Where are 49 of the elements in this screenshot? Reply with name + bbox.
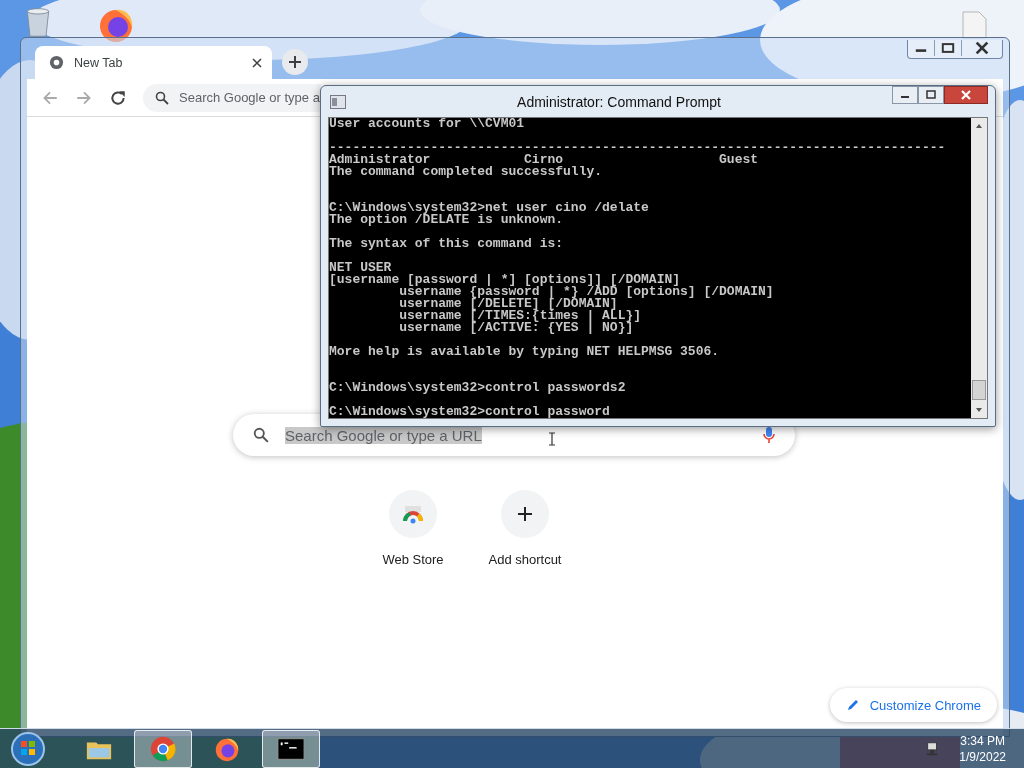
minimize-button[interactable] bbox=[892, 86, 918, 104]
console-line: The command completed successfully. bbox=[329, 166, 604, 178]
address-placeholder: Search Google or type a bbox=[179, 90, 320, 105]
console-icon bbox=[330, 94, 346, 109]
search-icon bbox=[253, 427, 269, 443]
microphone-icon[interactable] bbox=[763, 426, 775, 444]
taskbar-button[interactable] bbox=[262, 729, 320, 768]
console-line: username [/DELETE] [/DOMAIN] bbox=[398, 298, 618, 310]
console-line: username {password | *} /ADD [options] [/DOMAIN] bbox=[399, 286, 775, 298]
address-bar[interactable]: Search Google or type a bbox=[143, 83, 321, 112]
window-title: Administrator: Command Prompt bbox=[516, 93, 722, 110]
shortcut-label: Web Store bbox=[382, 552, 444, 567]
web-store-icon bbox=[402, 503, 424, 525]
tab-title: New Tab bbox=[74, 55, 124, 70]
reload-icon[interactable] bbox=[109, 88, 127, 107]
console-line: C:\Windows\system32>control passwords2 bbox=[329, 382, 627, 394]
maximize-button[interactable] bbox=[918, 86, 944, 104]
pencil-icon bbox=[845, 698, 860, 712]
search-icon bbox=[155, 90, 169, 105]
close-button[interactable] bbox=[944, 86, 988, 104]
shortcut-tile[interactable] bbox=[389, 490, 437, 538]
console-line: username [/TIMES:{times | ALL}] bbox=[398, 310, 643, 322]
scrollbar-thumb[interactable] bbox=[972, 380, 986, 400]
shortcut-label: Add shortcut bbox=[488, 552, 562, 567]
chrome-icon bbox=[49, 55, 64, 70]
console-line: Administrator Cirno Guest bbox=[329, 154, 760, 166]
console-line: ------------------------------------------------------------------------------- bbox=[329, 142, 947, 154]
console-line: The option /DELATE is unknown. bbox=[329, 214, 565, 226]
chrome-icon bbox=[149, 734, 177, 763]
start-button[interactable] bbox=[10, 730, 46, 767]
console-line: [username [password | *] [options]] [/DOMAIN] bbox=[329, 274, 681, 286]
console-line: User accounts for \\CVM01 bbox=[329, 118, 526, 130]
clock-date: 1/9/2022 bbox=[959, 748, 1006, 765]
new-tab-button[interactable] bbox=[282, 49, 308, 75]
clock-time: 3:34 PM bbox=[960, 732, 1005, 749]
console-line: C:\Windows\system32>control password bbox=[329, 406, 611, 418]
text-cursor-icon bbox=[547, 432, 556, 446]
console-line: C:\Windows\system32>net user cino /delate bbox=[329, 202, 650, 214]
search-placeholder: Search Google or type a URL bbox=[285, 426, 482, 444]
console-line: The syntax of this command is: bbox=[329, 238, 565, 250]
clock[interactable]: 3:34 PM 1/9/2022 bbox=[959, 732, 1006, 765]
customize-button[interactable]: Customize Chrome bbox=[829, 688, 997, 722]
console-line: NET USER bbox=[329, 262, 392, 274]
close-icon[interactable] bbox=[252, 57, 262, 68]
browser-tab[interactable]: New Tab bbox=[35, 46, 272, 79]
scrollbar[interactable] bbox=[971, 118, 987, 418]
console-line: username [/ACTIVE: {YES | NO}] bbox=[398, 322, 634, 334]
shortcut-tile[interactable] bbox=[501, 490, 549, 538]
console-line: More help is available by typing NET HELPMSG 3506. bbox=[329, 346, 721, 358]
